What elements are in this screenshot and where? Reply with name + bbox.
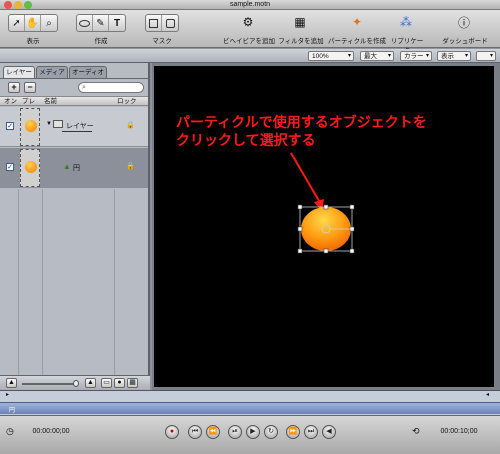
title-bar: sample.motn	[0, 0, 500, 10]
create-label: 作成	[94, 38, 108, 45]
resolution-dropdown[interactable]: 最大	[360, 51, 394, 61]
color-dropdown[interactable]: カラー	[400, 51, 432, 61]
zoom-icon[interactable]: ⌕	[41, 15, 57, 31]
create-tools-group: ✎ T	[76, 14, 126, 32]
step-back-button[interactable]: ⏪	[206, 425, 220, 439]
close-window-icon[interactable]	[4, 1, 12, 9]
column-lock: ロック	[117, 98, 137, 105]
view-label: 表示	[26, 38, 40, 45]
zoom-dropdown[interactable]: 100%	[308, 51, 354, 61]
large-thumbnail-icon[interactable]: ▲	[85, 378, 96, 388]
lock-icon[interactable]: 🔒	[126, 122, 135, 129]
layer-visibility-checkbox[interactable]: ✓	[6, 163, 14, 171]
layer-name[interactable]: 円	[73, 163, 80, 173]
toolbar: ➚ ✋ ⌕ 表示 ✎ T 作成 マスク ⚙ ビヘイビアを追加 ▦ フィルタを追加…	[0, 10, 500, 55]
layer-thumbnail	[20, 108, 40, 146]
audio-button[interactable]: ◀	[322, 425, 336, 439]
layer-search-input[interactable]: ⌕	[78, 82, 144, 93]
minimize-window-icon[interactable]	[14, 1, 22, 9]
grid-view-icon[interactable]: ▦	[127, 378, 138, 388]
window-title: sample.motn	[229, 1, 271, 8]
record-button[interactable]: ●	[165, 425, 179, 439]
remove-layer-button[interactable]: −	[24, 82, 36, 93]
hand-icon[interactable]: ✋	[25, 15, 41, 31]
tab-media[interactable]: メディア	[36, 66, 68, 78]
annotation-arrow	[290, 152, 323, 207]
view-dropdown[interactable]: 表示	[437, 51, 471, 61]
shape-icon: ▲	[63, 162, 71, 171]
add-layer-button[interactable]: +	[8, 82, 20, 93]
column-separator	[42, 189, 43, 379]
ellipse-icon[interactable]	[77, 15, 93, 31]
bezier-mask-icon[interactable]	[162, 15, 178, 31]
canvas-options-bar: 100% 最大 カラー 表示	[0, 49, 500, 63]
play-button[interactable]: ▶	[246, 425, 260, 439]
current-timecode[interactable]: 00:00:00;00	[20, 426, 82, 438]
layer-row[interactable]: ✓ ▼ レイヤー 🔒	[0, 107, 148, 147]
zoom-window-icon[interactable]	[24, 1, 32, 9]
timeline-end-icon[interactable]: ◂	[486, 391, 489, 398]
tab-divider	[0, 78, 150, 79]
canvas-overlay	[290, 152, 355, 254]
select-arrow-icon[interactable]: ➚	[9, 15, 25, 31]
layer-name[interactable]: レイヤー	[66, 121, 94, 131]
column-on: オン	[4, 98, 17, 105]
view-tools-group: ➚ ✋ ⌕	[8, 14, 58, 32]
play-from-start-button[interactable]: ⏯	[228, 425, 242, 439]
search-icon: ⌕	[82, 84, 86, 91]
layers-panel: レイヤー メディア オーディオ + − ⌕ オン プレ 名前 ロック ✓ ▼ レ…	[0, 63, 150, 390]
mask-label: マスク	[152, 38, 172, 45]
disclosure-triangle-icon[interactable]: ▼	[46, 121, 52, 127]
mask-tools-group	[145, 14, 179, 32]
transport-bar: ◷ 00:00:00;00 ● ⏮ ⏪ ⏯ ▶ ↻ ⏩ ⏭ ◀ ⟲ 00:00:…	[0, 415, 500, 454]
tab-layers[interactable]: レイヤー	[3, 66, 35, 78]
bezier-icon[interactable]: ✎	[93, 15, 109, 31]
layer-row[interactable]: ✓ ▲ 円 🔒	[0, 148, 148, 188]
group-icon	[53, 120, 63, 128]
add-behavior-icon[interactable]: ⚙	[240, 14, 256, 30]
add-filter-icon[interactable]: ▦	[292, 14, 308, 30]
add-filter-label[interactable]: フィルタを追加	[278, 35, 324, 45]
timeline-start-icon[interactable]: ▸	[6, 391, 9, 398]
column-preview: プレ	[22, 98, 35, 105]
add-behavior-label[interactable]: ビヘイビアを追加	[222, 35, 276, 45]
lock-icon[interactable]: 🔒	[126, 163, 135, 170]
tab-audio[interactable]: オーディオ	[69, 66, 107, 78]
slider-thumb[interactable]	[73, 380, 79, 387]
step-forward-button[interactable]: ⏩	[286, 425, 300, 439]
loop-button[interactable]: ↻	[264, 425, 278, 439]
view-mode-icon[interactable]: ▭	[101, 378, 112, 388]
go-to-end-button[interactable]: ⏭	[304, 425, 318, 439]
channel-dropdown[interactable]	[476, 51, 496, 61]
column-name: 名前	[44, 98, 57, 105]
column-separator	[114, 189, 115, 379]
timeline-track-bar[interactable]: 円	[0, 402, 500, 414]
duration-icon: ⟲	[412, 426, 420, 436]
layers-panel-footer: ▲ ▲ ▭ ● ▦	[0, 375, 150, 390]
clock-icon: ◷	[6, 426, 14, 436]
orb-thumbnail-icon	[25, 120, 37, 132]
particle-view-icon[interactable]: ●	[114, 378, 125, 388]
dashboard-label[interactable]: ダッシュボード	[438, 35, 492, 45]
track-label: 円	[9, 408, 16, 414]
column-separator	[18, 189, 19, 379]
column-header: オン プレ 名前 ロック	[0, 96, 148, 106]
make-particles-label[interactable]: パーティクルを作成	[327, 35, 387, 45]
thumbnail-size-slider[interactable]	[22, 383, 76, 385]
orb-thumbnail-icon	[25, 161, 37, 173]
dashboard-icon[interactable]: ⓘ	[456, 14, 472, 30]
layer-thumbnail	[20, 149, 40, 187]
go-to-start-button[interactable]: ⏮	[188, 425, 202, 439]
layer-visibility-checkbox[interactable]: ✓	[6, 122, 14, 130]
duration-timecode[interactable]: 00:00:10;00	[428, 426, 490, 438]
make-particles-icon[interactable]: ✦	[349, 14, 365, 30]
small-thumbnail-icon[interactable]: ▲	[6, 378, 17, 388]
text-tool-icon[interactable]: T	[109, 15, 125, 31]
layer-name-underline	[62, 131, 92, 132]
replicator-icon[interactable]: ⁂	[398, 14, 414, 30]
rect-mask-icon[interactable]	[146, 15, 162, 31]
